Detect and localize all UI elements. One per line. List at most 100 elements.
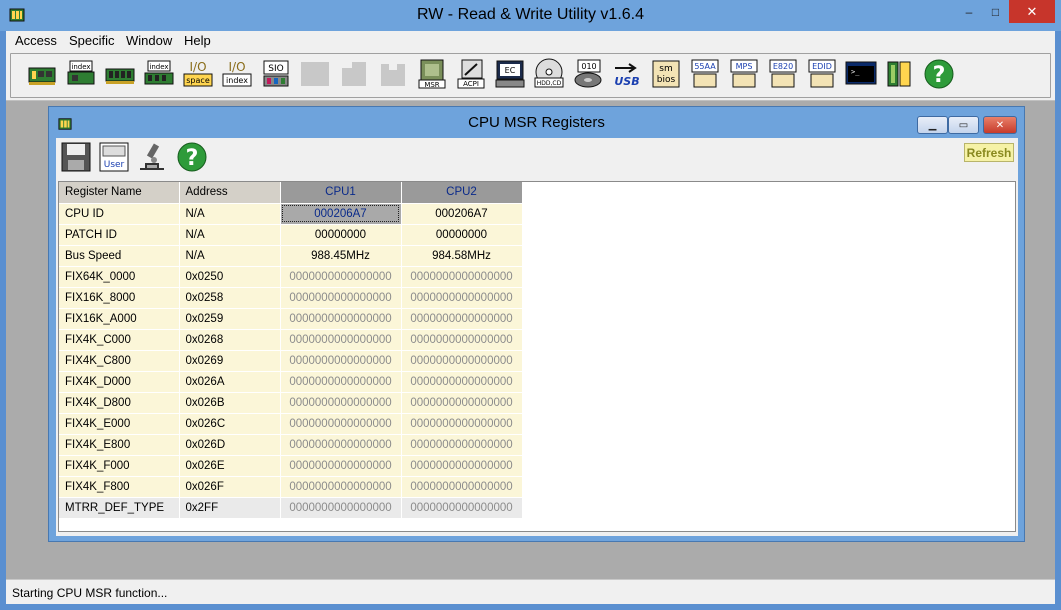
- disabled-button-3[interactable]: [376, 57, 410, 91]
- microscope-button[interactable]: [136, 141, 168, 173]
- cell-register-name[interactable]: FIX4K_E000: [59, 413, 180, 435]
- table-row[interactable]: FIX16K_8000 0x0258 0000000000000000 0000000…: [59, 287, 523, 309]
- cell-address[interactable]: 0x0268: [179, 329, 281, 351]
- cell-cpu2[interactable]: 000206A7: [401, 203, 523, 225]
- table-row[interactable]: MTRR_DEF_TYPE 0x2FF 0000000000000000 000000…: [59, 497, 523, 519]
- cell-register-name[interactable]: FIX4K_F800: [59, 476, 180, 498]
- cell-cpu2[interactable]: 984.58MHz: [401, 245, 523, 267]
- child-minimize-button[interactable]: ▁: [917, 116, 948, 134]
- command-button[interactable]: >_: [844, 57, 878, 91]
- cell-cpu1[interactable]: 0000000000000000: [280, 392, 402, 414]
- cell-cpu1[interactable]: 0000000000000000: [280, 308, 402, 330]
- battery-button[interactable]: [883, 57, 917, 91]
- cell-cpu1[interactable]: 0000000000000000: [280, 371, 402, 393]
- mps-button[interactable]: MPS: [727, 57, 761, 91]
- cell-register-name[interactable]: FIX4K_C000: [59, 329, 180, 351]
- refresh-button[interactable]: Refresh: [964, 143, 1014, 162]
- pci-index-button[interactable]: index: [64, 57, 98, 91]
- table-row[interactable]: FIX4K_D000 0x026A 0000000000000000 00000000…: [59, 371, 523, 393]
- cell-address[interactable]: 0x026F: [179, 476, 281, 498]
- cell-address[interactable]: 0x026A: [179, 371, 281, 393]
- cell-register-name[interactable]: MTRR_DEF_TYPE: [59, 497, 180, 519]
- memory-button[interactable]: [103, 57, 137, 91]
- menu-access[interactable]: Access: [15, 33, 57, 48]
- cell-cpu1[interactable]: 988.45MHz: [280, 245, 402, 267]
- table-row[interactable]: FIX4K_C800 0x0269 0000000000000000 00000000…: [59, 350, 523, 372]
- cell-register-name[interactable]: FIX4K_F000: [59, 455, 180, 477]
- cell-address[interactable]: 0x026C: [179, 413, 281, 435]
- msr-button[interactable]: MSR: [415, 57, 449, 91]
- table-row[interactable]: FIX4K_E000 0x026C 0000000000000000 00000000…: [59, 413, 523, 435]
- cell-address[interactable]: 0x0269: [179, 350, 281, 372]
- header-register-name[interactable]: Register Name: [59, 182, 180, 204]
- edid-button[interactable]: EDID: [805, 57, 839, 91]
- cell-register-name[interactable]: FIX4K_D000: [59, 371, 180, 393]
- cell-cpu1[interactable]: 0000000000000000: [280, 434, 402, 456]
- cell-cpu2[interactable]: 0000000000000000: [401, 413, 523, 435]
- child-help-button[interactable]: ?: [176, 141, 208, 173]
- 55aa-button[interactable]: 55AA: [688, 57, 722, 91]
- cell-address[interactable]: 0x026B: [179, 392, 281, 414]
- cell-register-name[interactable]: Bus Speed: [59, 245, 180, 267]
- cell-register-name[interactable]: CPU ID: [59, 203, 180, 225]
- cell-register-name[interactable]: FIX16K_A000: [59, 308, 180, 330]
- table-row[interactable]: FIX4K_E800 0x026D 0000000000000000 00000000…: [59, 434, 523, 456]
- header-address[interactable]: Address: [179, 182, 281, 204]
- save-button[interactable]: [60, 141, 92, 173]
- header-cpu2[interactable]: CPU2: [401, 182, 523, 204]
- usb-button[interactable]: USB: [610, 57, 644, 91]
- cell-address[interactable]: 0x0250: [179, 266, 281, 288]
- hdd-cd-button[interactable]: HDD,CD: [532, 57, 566, 91]
- cell-cpu2[interactable]: 0000000000000000: [401, 350, 523, 372]
- table-row[interactable]: CPU ID N/A 000206A7 000206A7: [59, 203, 523, 225]
- cell-cpu1[interactable]: 00000000: [280, 224, 402, 246]
- cell-cpu1[interactable]: 000206A7: [280, 203, 402, 225]
- cell-register-name[interactable]: PATCH ID: [59, 224, 180, 246]
- table-row[interactable]: PATCH ID N/A 00000000 00000000: [59, 224, 523, 246]
- table-row[interactable]: FIX4K_F800 0x026F 0000000000000000 00000000…: [59, 476, 523, 498]
- cell-register-name[interactable]: FIX4K_D800: [59, 392, 180, 414]
- cell-cpu1[interactable]: 0000000000000000: [280, 329, 402, 351]
- io-index-button[interactable]: I/O index: [220, 57, 254, 91]
- disabled-button-1[interactable]: [298, 57, 332, 91]
- cell-cpu2[interactable]: 0000000000000000: [401, 371, 523, 393]
- cell-cpu2[interactable]: 00000000: [401, 224, 523, 246]
- cell-address[interactable]: N/A: [179, 224, 281, 246]
- cell-register-name[interactable]: FIX64K_0000: [59, 266, 180, 288]
- cell-address[interactable]: 0x0258: [179, 287, 281, 309]
- user-button[interactable]: User: [98, 141, 130, 173]
- cell-cpu1[interactable]: 0000000000000000: [280, 413, 402, 435]
- table-row[interactable]: Bus Speed N/A 988.45MHz 984.58MHz: [59, 245, 523, 267]
- cell-register-name[interactable]: FIX16K_8000: [59, 287, 180, 309]
- e820-button[interactable]: E820: [766, 57, 800, 91]
- cell-cpu1[interactable]: 0000000000000000: [280, 266, 402, 288]
- pci-button[interactable]: [25, 57, 59, 91]
- cell-cpu1[interactable]: 0000000000000000: [280, 350, 402, 372]
- cell-cpu1[interactable]: 0000000000000000: [280, 287, 402, 309]
- table-row[interactable]: FIX64K_0000 0x0250 0000000000000000 0000000…: [59, 266, 523, 288]
- io-space-button[interactable]: I/O space: [181, 57, 215, 91]
- cell-address[interactable]: 0x0259: [179, 308, 281, 330]
- cell-cpu2[interactable]: 0000000000000000: [401, 266, 523, 288]
- memory-index-button[interactable]: index: [142, 57, 176, 91]
- ec-button[interactable]: EC: [493, 57, 527, 91]
- acpi-button[interactable]: ACPI: [454, 57, 488, 91]
- cell-cpu2[interactable]: 0000000000000000: [401, 392, 523, 414]
- child-maximize-button[interactable]: ▭: [948, 116, 979, 134]
- cell-cpu2[interactable]: 0000000000000000: [401, 476, 523, 498]
- table-row[interactable]: FIX4K_D800 0x026B 0000000000000000 00000000…: [59, 392, 523, 414]
- cell-cpu2[interactable]: 0000000000000000: [401, 329, 523, 351]
- cell-cpu1[interactable]: 0000000000000000: [280, 455, 402, 477]
- minimize-button[interactable]: –: [956, 0, 982, 23]
- cell-register-name[interactable]: FIX4K_E800: [59, 434, 180, 456]
- close-button[interactable]: ✕: [1009, 0, 1055, 23]
- cell-address[interactable]: N/A: [179, 203, 281, 225]
- cell-cpu2[interactable]: 0000000000000000: [401, 455, 523, 477]
- cell-register-name[interactable]: FIX4K_C800: [59, 350, 180, 372]
- smbios-button[interactable]: sm bios: [649, 57, 683, 91]
- menu-help[interactable]: Help: [184, 33, 211, 48]
- help-button[interactable]: ?: [922, 57, 956, 91]
- cell-cpu2[interactable]: 0000000000000000: [401, 497, 523, 519]
- cell-address[interactable]: 0x026D: [179, 434, 281, 456]
- child-close-button[interactable]: ✕: [983, 116, 1017, 134]
